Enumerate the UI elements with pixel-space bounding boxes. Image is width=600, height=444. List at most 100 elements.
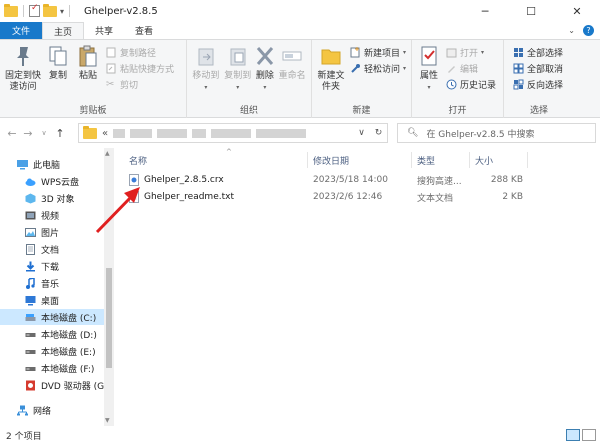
paste-icon: [79, 45, 97, 67]
move-to-label: 移动到: [192, 71, 220, 81]
tab-file[interactable]: 文件: [0, 22, 43, 39]
scroll-up-icon[interactable]: ▲: [105, 150, 110, 157]
close-button[interactable]: ✕: [554, 0, 600, 22]
open-group-label: 打开: [448, 106, 467, 116]
select-none-button[interactable]: 全部取消: [513, 61, 563, 75]
file-date: 2023/5/18 14:00: [313, 175, 388, 185]
refresh-icon[interactable]: ↻: [370, 128, 387, 138]
desktop-icon: [25, 295, 36, 305]
new-item-label: 新建项目: [364, 48, 401, 59]
maximize-button[interactable]: ☐: [508, 0, 554, 22]
nav-scrollbar[interactable]: ▲ ▼: [104, 148, 114, 426]
large-icons-view-button[interactable]: [582, 429, 596, 441]
delete-label: 删除: [255, 71, 274, 81]
recent-locations-icon[interactable]: ∨: [36, 129, 52, 137]
picture-icon: [25, 227, 36, 237]
invert-selection-button[interactable]: 反向选择: [513, 77, 563, 91]
minimize-button[interactable]: ─: [462, 0, 508, 22]
select-all-button[interactable]: 全部选择: [513, 45, 563, 59]
paste-shortcut-button[interactable]: 粘贴快捷方式: [106, 61, 174, 75]
help-icon[interactable]: ?: [583, 25, 594, 36]
address-dropdown-icon[interactable]: ∨: [353, 128, 370, 138]
file-name: Ghelper_readme.txt: [129, 189, 234, 205]
organize-group-label: 组织: [239, 106, 258, 116]
details-view-button[interactable]: [566, 429, 580, 441]
nav-label: 此电脑: [33, 160, 61, 171]
text-file-icon: [129, 191, 139, 203]
blurred-path: [211, 128, 252, 138]
navigation-pane: 此电脑 WPS云盘 3D 对象 视频 图片 文档 下载 音乐 桌面 本地磁盘 (…: [0, 148, 115, 426]
tab-view[interactable]: 查看: [124, 22, 164, 39]
new-folder-icon[interactable]: [43, 3, 57, 17]
breadcrumb-overflow[interactable]: «: [102, 128, 108, 139]
nav-item-network[interactable]: 网络: [0, 402, 104, 418]
move-to-icon: [198, 48, 214, 66]
search-placeholder: 在 Ghelper-v2.8.5 中搜索: [426, 129, 535, 140]
cut-label: 剪切: [120, 80, 139, 91]
nav-item-drive-f[interactable]: 本地磁盘 (F:): [0, 360, 104, 376]
back-button[interactable]: ←: [4, 127, 20, 140]
easy-access-button[interactable]: 轻松访问 ▾: [350, 61, 406, 75]
drive-c-icon: [25, 313, 36, 321]
scrollbar-thumb[interactable]: [106, 268, 112, 368]
tab-share[interactable]: 共享: [84, 22, 124, 39]
blurred-path: [192, 128, 207, 138]
table-row[interactable]: Ghelper_2.8.5.crx 2023/5/18 14:00 搜狗高速..…: [117, 172, 600, 188]
forward-button[interactable]: →: [20, 127, 36, 140]
address-bar[interactable]: « ∨ ↻: [78, 123, 388, 143]
properties-icon[interactable]: [29, 3, 40, 17]
column-header-size[interactable]: 大小: [475, 151, 493, 169]
paste-shortcut-label: 粘贴快捷方式: [120, 64, 175, 75]
open-icon: [446, 48, 457, 57]
edit-button[interactable]: 编辑: [446, 61, 496, 75]
select-none-label: 全部取消: [527, 64, 564, 75]
dropdown-icon: ▾: [204, 84, 208, 91]
history-button[interactable]: 历史记录: [446, 77, 496, 91]
column-size-label: 大小: [475, 156, 494, 167]
nav-item-drive-e[interactable]: 本地磁盘 (E:): [0, 343, 104, 359]
column-divider[interactable]: [411, 152, 412, 168]
paste-label: 粘贴: [78, 71, 97, 81]
nav-item-drive-d[interactable]: 本地磁盘 (D:): [0, 326, 104, 342]
dropdown-icon: ▾: [427, 84, 431, 91]
nav-item-dvd-drive[interactable]: DVD 驱动器 (G:: [0, 377, 104, 393]
column-header-name[interactable]: 名称 ^: [129, 148, 232, 169]
new-item-button[interactable]: 新建项目 ▾: [350, 45, 406, 59]
column-divider[interactable]: [527, 152, 528, 168]
collapse-ribbon-icon[interactable]: ⌄: [568, 26, 575, 35]
sort-ascending-icon: ^: [226, 148, 232, 156]
nav-item-drive-c[interactable]: 本地磁盘 (C:): [0, 309, 104, 325]
nav-item-documents[interactable]: 文档: [0, 241, 104, 257]
table-row[interactable]: Ghelper_readme.txt 2023/2/6 12:46 文本文档 2…: [117, 189, 600, 205]
nav-label: 图片: [41, 228, 60, 239]
tab-home[interactable]: 主页: [42, 22, 85, 39]
cut-button[interactable]: ✂ 剪切: [106, 77, 174, 91]
folder-icon: [83, 125, 97, 139]
drive-icon: [25, 349, 36, 354]
nav-label: 文档: [41, 245, 60, 256]
up-button[interactable]: ↑: [52, 127, 68, 140]
copy-path-button[interactable]: 复制路径: [106, 45, 174, 59]
nav-item-wps-cloud[interactable]: WPS云盘: [0, 173, 104, 189]
new-group: 新建文件夹 新建项目 ▾ 轻松访问 ▾ 新建: [312, 40, 412, 118]
nav-item-this-pc[interactable]: 此电脑: [0, 156, 104, 172]
nav-label: WPS云盘: [41, 177, 80, 188]
nav-item-desktop[interactable]: 桌面: [0, 292, 104, 308]
column-date-label: 修改日期: [313, 156, 350, 167]
column-divider[interactable]: [469, 152, 470, 168]
scroll-down-icon[interactable]: ▼: [105, 417, 110, 424]
column-type-label: 类型: [417, 156, 436, 167]
nav-item-music[interactable]: 音乐: [0, 275, 104, 291]
customize-toolbar-icon[interactable]: ▾: [60, 7, 64, 16]
column-header-date[interactable]: 修改日期: [313, 151, 349, 169]
nav-item-pictures[interactable]: 图片: [0, 224, 104, 240]
open-group: 属性 ▾ 打开 ▾ 编辑 历史记录 打开: [412, 40, 504, 118]
nav-item-3d-objects[interactable]: 3D 对象: [0, 190, 104, 206]
nav-label: DVD 驱动器 (G:: [41, 381, 104, 392]
column-header-type[interactable]: 类型: [417, 151, 435, 169]
nav-item-downloads[interactable]: 下载: [0, 258, 104, 274]
open-button[interactable]: 打开 ▾: [446, 45, 496, 59]
search-box[interactable]: 🔍︎ 在 Ghelper-v2.8.5 中搜索: [397, 123, 596, 143]
nav-item-videos[interactable]: 视频: [0, 207, 104, 223]
column-divider[interactable]: [307, 152, 308, 168]
